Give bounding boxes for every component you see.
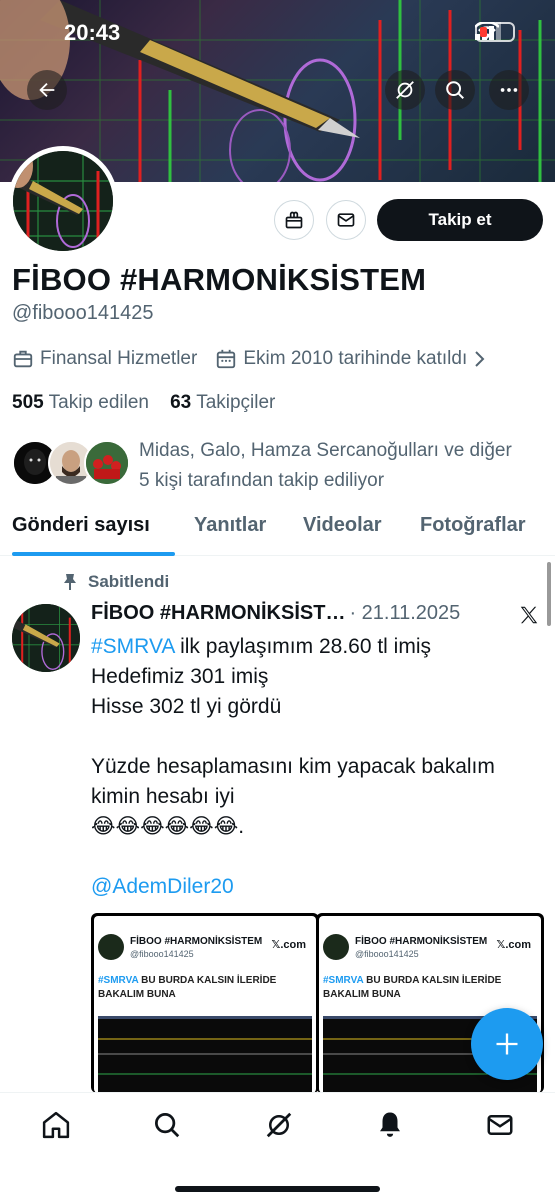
x-logo-icon [520, 606, 538, 624]
post-line-4: Yüzde hesaplamasını kim yapacak bakalım [91, 755, 495, 778]
nav-grok[interactable] [263, 1109, 295, 1141]
avatar-image [13, 151, 113, 251]
card-avatar [98, 934, 124, 960]
tab-replies[interactable]: Yanıtlar [194, 514, 266, 537]
followers-label: Takipçiler [196, 392, 276, 413]
status-time: 20:43 [64, 20, 121, 45]
gift-button[interactable] [274, 200, 314, 240]
follow-button[interactable]: Takip et [377, 199, 543, 241]
post-text: #SMRVA ilk paylaşımım 28.60 tl imiş Hede… [91, 632, 541, 902]
post-line-3: Hisse 302 tl yi gördü [91, 695, 282, 718]
plus-icon [496, 1033, 518, 1055]
scrollbar[interactable] [547, 562, 551, 626]
card-text: #SMRVA BU BURDA KALSIN İLERİDE BAKALIM B… [323, 974, 523, 1002]
followed-by-line-2: 5 kişi tarafından takip ediliyor [139, 470, 385, 491]
post-line-5: kimin hesabı iyi [91, 785, 235, 808]
card-handle: @fibooo141425 [130, 949, 194, 959]
home-icon [42, 1111, 70, 1139]
pinned-label: Sabitlendi [88, 572, 170, 591]
message-icon [337, 213, 355, 227]
tab-videos[interactable]: Videolar [303, 514, 382, 537]
chevron-right-icon [475, 351, 485, 367]
card-text: #SMRVA BU BURDA KALSIN İLERİDE BAKALIM B… [98, 974, 298, 1002]
calendar-icon [217, 349, 236, 369]
pinned-indicator: Sabitlendi [62, 572, 169, 592]
follower-avatar-3 [84, 440, 130, 486]
profile-tabs: Gönderi sayısı Yanıtlar Videolar Fotoğra… [0, 508, 555, 556]
following-label: Takip edilen [48, 392, 149, 413]
battery-icon [475, 22, 515, 42]
back-button[interactable] [27, 70, 67, 110]
joined-label: Ekim 2010 tarihinde katıldı [243, 348, 468, 369]
search-button[interactable] [435, 70, 475, 110]
explore-icon [155, 1113, 180, 1138]
briefcase-icon [13, 350, 33, 368]
profile-joined[interactable]: Ekim 2010 tarihinde katıldı [215, 348, 487, 370]
bottom-navigation [0, 1092, 555, 1200]
card-chart-image [98, 1016, 312, 1093]
tab-posts[interactable]: Gönderi sayısı [12, 514, 150, 537]
pin-icon [64, 574, 76, 590]
profile-handle: @fibooo141425 [12, 302, 154, 324]
profile-meta: Finansal Hizmetler Ekim 2010 tarihinde k… [12, 348, 505, 370]
card-hashtag: #SMRVA [323, 975, 364, 986]
followers-you-know[interactable]: Midas, Galo, Hamza Sercanoğulları ve diğ… [12, 436, 547, 492]
followers-link[interactable]: 63 Takipçiler [170, 392, 275, 413]
category-label: Finansal Hizmetler [40, 348, 198, 369]
active-tab-indicator [12, 552, 175, 556]
card-author-name: FİBOO #HARMONİKSİSTEM [130, 936, 263, 947]
post-author-name[interactable]: FİBOO #HARMONİKSİST… [91, 602, 345, 625]
bell-icon [380, 1112, 400, 1137]
x-logo-button[interactable] [518, 604, 540, 631]
gift-icon [285, 211, 303, 229]
post-hashtag[interactable]: #SMRVA [91, 635, 174, 658]
message-button[interactable] [326, 200, 366, 240]
following-count: 505 [12, 392, 44, 413]
status-bar: 20:43 [0, 0, 555, 64]
card-site: 𝕏.com [496, 939, 531, 951]
profile-category: Finansal Hizmetler [12, 348, 197, 370]
post-line-1: ilk paylaşımım 28.60 tl imiş [174, 635, 432, 658]
post-header: FİBOO #HARMONİKSİST… · 21.11.2025 [91, 602, 460, 625]
more-icon [500, 88, 518, 92]
post-mention[interactable]: @AdemDiler20 [91, 875, 234, 898]
grok-icon [396, 81, 414, 99]
post-author-avatar[interactable] [12, 604, 80, 672]
card-site: 𝕏.com [271, 939, 306, 951]
compose-button[interactable] [471, 1008, 543, 1080]
post-media-1[interactable]: FİBOO #HARMONİKSİSTEM @fibooo141425 𝕏.co… [91, 913, 319, 1093]
nav-explore[interactable] [151, 1109, 183, 1141]
more-button[interactable] [489, 70, 529, 110]
followed-by-line-1: Midas, Galo, Hamza Sercanoğulları ve diğ… [139, 440, 512, 461]
tab-photos[interactable]: Fotoğraflar [420, 514, 526, 537]
followed-by-text: Midas, Galo, Hamza Sercanoğulları ve diğ… [139, 436, 549, 496]
search-icon [446, 81, 464, 99]
back-icon [39, 82, 55, 98]
post-line-6: 😂😂😂😂😂😂. [91, 815, 245, 838]
avatar-image [12, 604, 80, 672]
nav-home[interactable] [40, 1109, 72, 1141]
profile-name: FİBOO #HARMONİKSİSTEM [12, 262, 427, 297]
nav-messages[interactable] [484, 1109, 516, 1141]
card-handle: @fibooo141425 [355, 949, 419, 959]
home-indicator [175, 1186, 380, 1192]
profile-stats: 505 Takip edilen 63 Takipçiler [12, 392, 275, 414]
followers-count: 63 [170, 392, 192, 413]
grok-button[interactable] [385, 70, 425, 110]
post-date[interactable]: · 21.11.2025 [349, 602, 460, 625]
grok-icon [266, 1112, 292, 1138]
nav-notifications[interactable] [374, 1109, 406, 1141]
profile-avatar[interactable] [8, 146, 118, 256]
post-line-2: Hedefimiz 301 imiş [91, 665, 269, 688]
mail-icon [487, 1115, 513, 1135]
card-avatar [323, 934, 349, 960]
following-link[interactable]: 505 Takip edilen [12, 392, 149, 413]
card-hashtag: #SMRVA [98, 975, 139, 986]
card-author-name: FİBOO #HARMONİKSİSTEM [355, 936, 488, 947]
